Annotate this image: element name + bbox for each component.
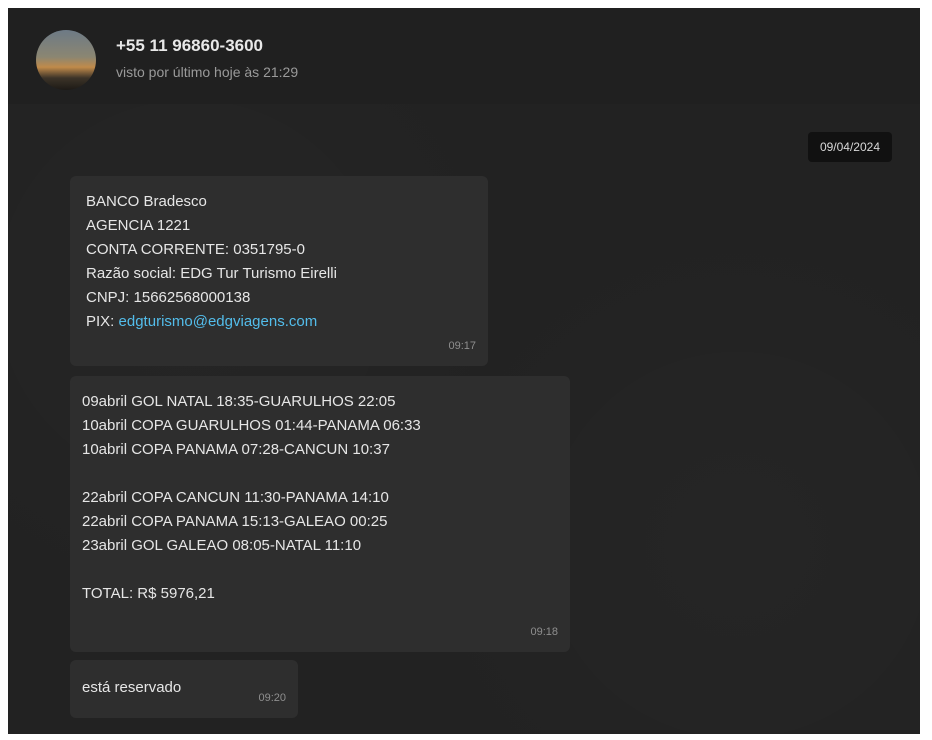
message-line: BANCO Bradesco <box>86 193 207 210</box>
message-timestamp: 09:20 <box>258 692 286 704</box>
message-timestamp: 09:18 <box>530 626 558 638</box>
message-list[interactable]: 09/04/2024 BANCO Bradesco AGENCIA 1221 C… <box>8 104 920 734</box>
message-line: 22abril COPA PANAMA 15:13-GALEAO 00:25 <box>82 513 388 530</box>
contact-last-seen: visto por último hoje às 21:29 <box>116 64 299 80</box>
pix-email-link[interactable]: edgturismo@edgviagens.com <box>119 313 318 330</box>
message-line: Razão social: EDG Tur Turismo Eirelli <box>86 265 337 282</box>
chat-header[interactable]: +55 11 96860-3600 visto por último hoje … <box>8 8 920 104</box>
message-line: 22abril COPA CANCUN 11:30-PANAMA 14:10 <box>82 489 389 506</box>
message-timestamp: 09:17 <box>448 340 476 352</box>
message-total: TOTAL: R$ 5976,21 <box>82 585 215 602</box>
message-line: 10abril COPA GUARULHOS 01:44-PANAMA 06:3… <box>82 417 421 434</box>
message-text: está reservado <box>82 679 182 696</box>
contact-avatar[interactable] <box>36 30 96 90</box>
pix-line: PIX: edgturismo@edgviagens.com <box>86 310 472 334</box>
pix-label: PIX: <box>86 313 115 330</box>
chat-window: +55 11 96860-3600 visto por último hoje … <box>8 8 920 734</box>
message-bubble-itinerary[interactable]: 09abril GOL NATAL 18:35-GUARULHOS 22:05 … <box>70 376 570 652</box>
contact-name[interactable]: +55 11 96860-3600 <box>116 36 263 56</box>
message-line: AGENCIA 1221 <box>86 217 191 234</box>
message-line: 23abril GOL GALEAO 08:05-NATAL 11:10 <box>82 537 362 554</box>
date-chip: 09/04/2024 <box>807 132 892 162</box>
message-line: CNPJ: 15662568000138 <box>86 289 251 306</box>
message-line: CONTA CORRENTE: 0351795-0 <box>86 241 305 258</box>
message-bubble-bank-details[interactable]: BANCO Bradesco AGENCIA 1221 CONTA CORREN… <box>70 176 488 366</box>
message-bubble-reserved[interactable]: está reservado 09:20 <box>70 660 298 718</box>
message-line: 09abril GOL NATAL 18:35-GUARULHOS 22:05 <box>82 393 396 410</box>
message-line: 10abril COPA PANAMA 07:28-CANCUN 10:37 <box>82 441 390 458</box>
